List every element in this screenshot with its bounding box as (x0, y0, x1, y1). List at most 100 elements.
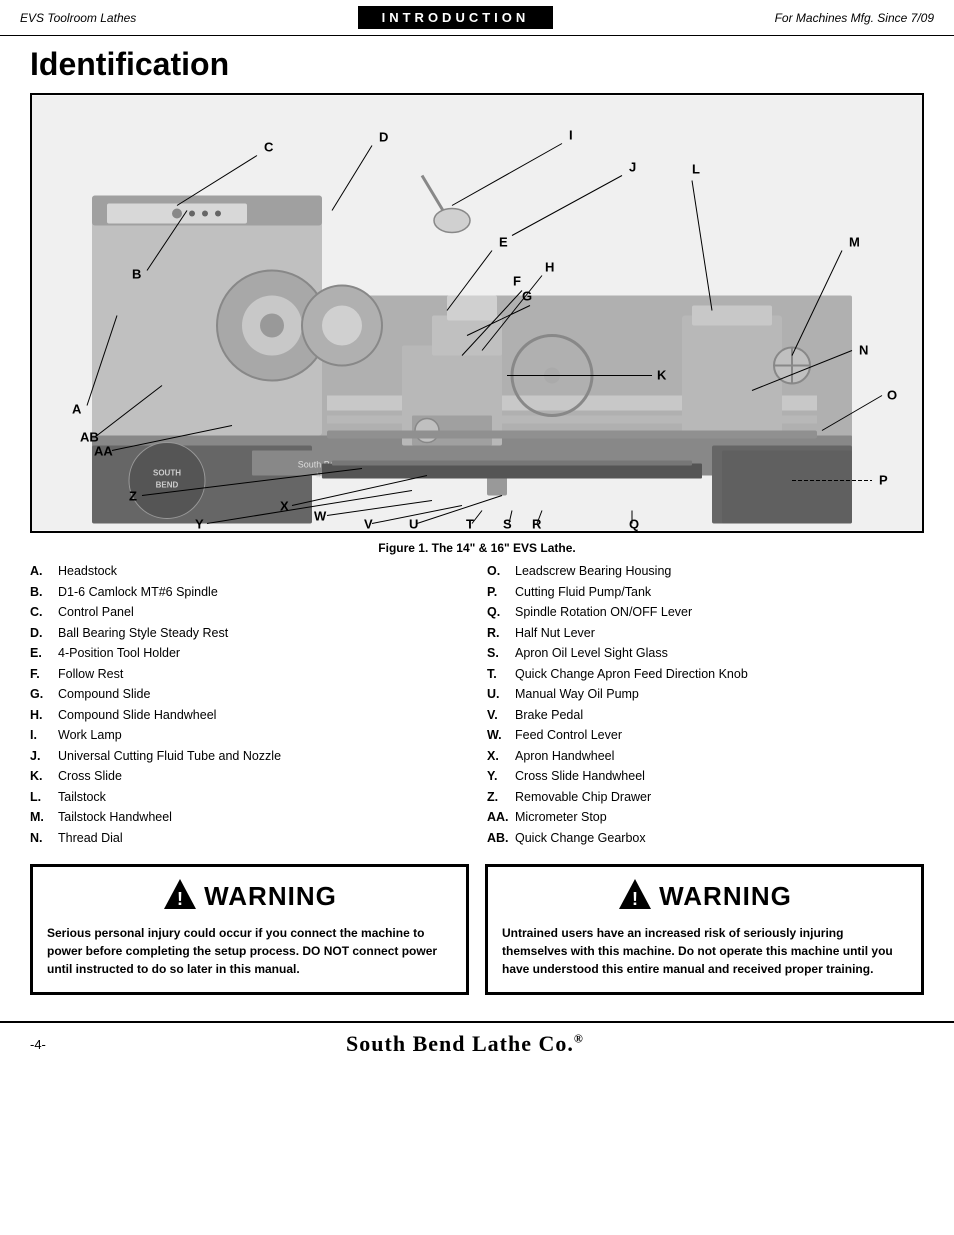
warning-title-1: WARNING (204, 881, 337, 912)
list-item: N. Thread Dial (30, 830, 467, 848)
svg-text:BEND: BEND (156, 481, 179, 490)
list-item: I. Work Lamp (30, 727, 467, 745)
svg-text:A: A (72, 402, 82, 417)
svg-text:Y: Y (195, 517, 204, 532)
id-letter-h: H. (30, 707, 58, 725)
id-text-k: Cross Slide (58, 768, 467, 786)
id-letter-w: W. (487, 727, 515, 745)
svg-text:Q: Q (629, 517, 639, 532)
id-text-r: Half Nut Lever (515, 625, 924, 643)
svg-text:Z: Z (129, 489, 137, 504)
id-text-h: Compound Slide Handwheel (58, 707, 467, 725)
list-item: F. Follow Rest (30, 666, 467, 684)
list-item: R. Half Nut Lever (487, 625, 924, 643)
id-letter-n: N. (30, 830, 58, 848)
list-item: L. Tailstock (30, 789, 467, 807)
id-text-w: Feed Control Lever (515, 727, 924, 745)
svg-text:G: G (522, 289, 532, 304)
id-text-x: Apron Handwheel (515, 748, 924, 766)
list-item: Y. Cross Slide Handwheel (487, 768, 924, 786)
warning-header-1: ! WARNING (47, 877, 452, 916)
id-letter-q: Q. (487, 604, 515, 622)
id-letter-z: Z. (487, 789, 515, 807)
lathe-diagram: SOUTH BEND South Bend Lathe Co. MODEL SB… (32, 95, 922, 531)
svg-text:K: K (657, 368, 667, 383)
header-center: INTRODUCTION (358, 6, 554, 29)
id-letter-aa: AA. (487, 809, 515, 827)
id-letter-r: R. (487, 625, 515, 643)
id-letter-y: Y. (487, 768, 515, 786)
id-text-e: 4-Position Tool Holder (58, 645, 467, 663)
warning-header-2: ! WARNING (502, 877, 907, 916)
svg-text:H: H (545, 260, 554, 275)
id-text-p: Cutting Fluid Pump/Tank (515, 584, 924, 602)
id-text-y: Cross Slide Handwheel (515, 768, 924, 786)
list-item: Z. Removable Chip Drawer (487, 789, 924, 807)
id-text-s: Apron Oil Level Sight Glass (515, 645, 924, 663)
id-letter-j: J. (30, 748, 58, 766)
svg-text:E: E (499, 235, 508, 250)
list-item: J. Universal Cutting Fluid Tube and Nozz… (30, 748, 467, 766)
list-item: C. Control Panel (30, 604, 467, 622)
id-text-q: Spindle Rotation ON/OFF Lever (515, 604, 924, 622)
id-text-z: Removable Chip Drawer (515, 789, 924, 807)
warning-title-2: WARNING (659, 881, 792, 912)
id-text-j: Universal Cutting Fluid Tube and Nozzle (58, 748, 467, 766)
id-text-c: Control Panel (58, 604, 467, 622)
list-item: K. Cross Slide (30, 768, 467, 786)
svg-text:O: O (887, 388, 897, 403)
id-text-l: Tailstock (58, 789, 467, 807)
svg-text:R: R (532, 517, 542, 532)
list-item: D. Ball Bearing Style Steady Rest (30, 625, 467, 643)
list-item: G. Compound Slide (30, 686, 467, 704)
footer-page-number: -4- (30, 1037, 46, 1052)
id-letter-v: V. (487, 707, 515, 725)
main-content: Identification (0, 36, 954, 1021)
list-item: E. 4-Position Tool Holder (30, 645, 467, 663)
figure-container: SOUTH BEND South Bend Lathe Co. MODEL SB… (30, 93, 924, 533)
list-item: M. Tailstock Handwheel (30, 809, 467, 827)
id-letter-k: K. (30, 768, 58, 786)
header-right: For Machines Mfg. Since 7/09 (775, 11, 934, 25)
id-letter-m: M. (30, 809, 58, 827)
id-letter-e: E. (30, 645, 58, 663)
id-letter-g: G. (30, 686, 58, 704)
id-text-m: Tailstock Handwheel (58, 809, 467, 827)
svg-text:S: S (503, 517, 512, 532)
id-letter-o: O. (487, 563, 515, 581)
list-item: AB. Quick Change Gearbox (487, 830, 924, 848)
svg-text:!: ! (632, 889, 638, 909)
list-item: W. Feed Control Lever (487, 727, 924, 745)
figure-caption: Figure 1. The 14" & 16" EVS Lathe. (30, 541, 924, 555)
id-text-d: Ball Bearing Style Steady Rest (58, 625, 467, 643)
svg-text:F: F (513, 274, 521, 289)
id-letter-l: L. (30, 789, 58, 807)
svg-text:D: D (379, 130, 388, 145)
id-letter-c: C. (30, 604, 58, 622)
warning-box-1: ! WARNING Serious personal injury could … (30, 864, 469, 995)
page-footer: -4- South Bend Lathe Co.® (0, 1021, 954, 1065)
id-letter-u: U. (487, 686, 515, 704)
id-text-u: Manual Way Oil Pump (515, 686, 924, 704)
svg-text:U: U (409, 517, 418, 532)
id-text-b: D1-6 Camlock MT#6 Spindle (58, 584, 467, 602)
id-text-ab: Quick Change Gearbox (515, 830, 924, 848)
svg-text:C: C (264, 140, 274, 155)
id-letter-f: F. (30, 666, 58, 684)
list-item: T. Quick Change Apron Feed Direction Kno… (487, 666, 924, 684)
id-text-i: Work Lamp (58, 727, 467, 745)
svg-text:W: W (314, 509, 327, 524)
svg-text:T: T (466, 517, 474, 532)
svg-text:N: N (859, 343, 868, 358)
list-item: H. Compound Slide Handwheel (30, 707, 467, 725)
warning-text-1: Serious personal injury could occur if y… (47, 924, 452, 978)
list-item: O. Leadscrew Bearing Housing (487, 563, 924, 581)
id-letter-s: S. (487, 645, 515, 663)
list-item: X. Apron Handwheel (487, 748, 924, 766)
id-letter-d: D. (30, 625, 58, 643)
warning-triangle-icon-2: ! (617, 877, 653, 913)
id-text-f: Follow Rest (58, 666, 467, 684)
warning-text-2: Untrained users have an increased risk o… (502, 924, 907, 978)
id-text-v: Brake Pedal (515, 707, 924, 725)
list-item: B. D1-6 Camlock MT#6 Spindle (30, 584, 467, 602)
